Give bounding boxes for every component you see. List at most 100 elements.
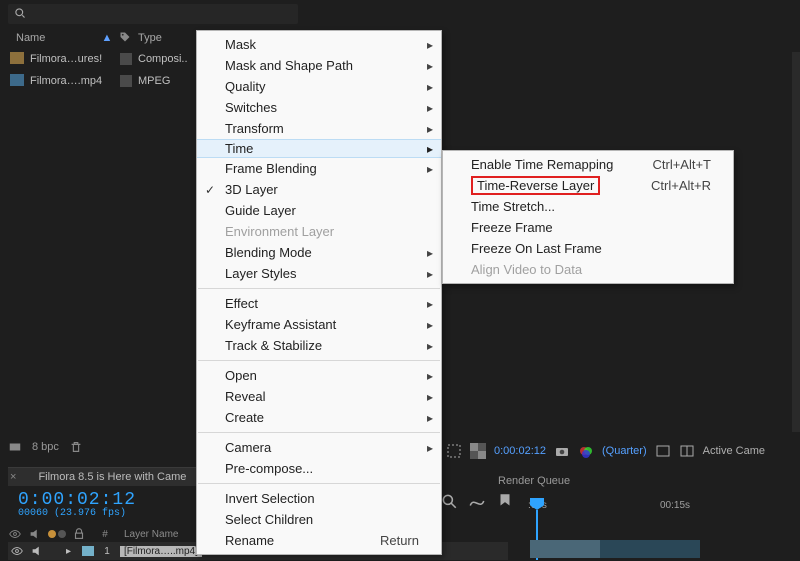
menu-item-guide-layer[interactable]: Guide Layer	[197, 200, 441, 221]
tab-close-icon[interactable]: ×	[8, 467, 24, 486]
menu-item-label: Create	[225, 410, 264, 425]
search-input[interactable]	[30, 8, 298, 20]
layer-index: 1	[100, 546, 114, 557]
layer-clip[interactable]	[530, 540, 700, 558]
playhead[interactable]	[530, 498, 544, 512]
menu-item-time[interactable]: Time	[197, 139, 441, 158]
video-column-icon[interactable]	[8, 527, 22, 541]
col-type[interactable]: Type	[134, 32, 162, 44]
menu-separator	[198, 432, 440, 433]
time-ruler[interactable]: :00s 00:15s	[510, 500, 790, 520]
menu-item-label: Rename	[225, 533, 274, 548]
layer-name[interactable]: [Filmora…..mp4]	[120, 546, 202, 557]
audio-column-icon[interactable]	[28, 527, 42, 541]
menu-item-shortcut: Return	[380, 533, 419, 548]
menu-item-reveal[interactable]: Reveal	[197, 386, 441, 407]
menu-item-effect[interactable]: Effect	[197, 293, 441, 314]
item-type: Composi..	[132, 53, 188, 65]
menu-item-track-stabilize[interactable]: Track & Stabilize	[197, 335, 441, 356]
active-camera[interactable]: Active Came	[703, 445, 765, 457]
menu-item-label: Effect	[225, 296, 258, 311]
menu-item-enable-time-remapping[interactable]: Enable Time Remapping Ctrl+Alt+T	[443, 154, 733, 175]
menu-item-label: Freeze On Last Frame	[471, 241, 602, 256]
menu-item-select-children[interactable]: Select Children	[197, 509, 441, 530]
tab-composition[interactable]: Filmora 8.5 is Here with Came	[24, 467, 200, 486]
composition-icon	[8, 52, 26, 67]
col-index: #	[92, 529, 118, 540]
menu-item-create[interactable]: Create	[197, 407, 441, 428]
preview-resolution[interactable]: (Quarter)	[602, 445, 647, 457]
graph-editor-icon[interactable]	[468, 492, 486, 510]
col-layer-name: Layer Name	[124, 529, 178, 540]
ruler-tick: 00:15s	[660, 500, 690, 511]
menu-item-label: Mask and Shape Path	[225, 58, 353, 73]
menu-item-label: Guide Layer	[225, 203, 296, 218]
tag-swatch[interactable]	[120, 53, 132, 65]
search-icon[interactable]	[440, 492, 458, 510]
menu-item-3d-layer[interactable]: 3D Layer	[197, 179, 441, 200]
channels-icon[interactable]	[578, 443, 594, 459]
menu-item-camera[interactable]: Camera	[197, 437, 441, 458]
snapshot-icon[interactable]	[554, 443, 570, 459]
menu-item-label: Quality	[225, 79, 265, 94]
speaker-icon[interactable]	[30, 544, 44, 558]
eye-icon[interactable]	[10, 544, 24, 558]
sort-indicator-icon[interactable]: ▲	[98, 32, 116, 44]
viewer-options-icon[interactable]	[655, 443, 671, 459]
menu-item-transform[interactable]: Transform	[197, 118, 441, 139]
menu-item-label: Time-Reverse Layer	[471, 176, 600, 195]
menu-item-layer-styles[interactable]: Layer Styles	[197, 263, 441, 284]
menu-item-blending-mode[interactable]: Blending Mode	[197, 242, 441, 263]
menu-item-label: Transform	[225, 121, 284, 136]
project-search[interactable]	[8, 4, 298, 24]
lock-column-icon[interactable]	[72, 527, 86, 541]
bpc-label[interactable]: 8 bpc	[32, 441, 59, 453]
tab-render-queue[interactable]: Render Queue	[498, 475, 570, 487]
menu-item-switches[interactable]: Switches	[197, 97, 441, 118]
menu-item-invert-selection[interactable]: Invert Selection	[197, 488, 441, 509]
menu-item-mask-and-shape-path[interactable]: Mask and Shape Path	[197, 55, 441, 76]
menu-item-rename[interactable]: Rename Return	[197, 530, 441, 551]
project-footer: 8 bpc	[8, 440, 83, 454]
view-layout-icon[interactable]	[679, 443, 695, 459]
menu-item-label: Environment Layer	[225, 224, 334, 239]
col-name[interactable]: Name	[8, 32, 98, 44]
menu-item-frame-blending[interactable]: Frame Blending	[197, 158, 441, 179]
layer-context-menu: Mask Mask and Shape Path Quality Switches Tr…	[196, 30, 442, 555]
tag-icon[interactable]	[116, 31, 134, 46]
menu-item-label: Align Video to Data	[471, 262, 582, 277]
menu-item-label: Reveal	[225, 389, 265, 404]
menu-item-label: Select Children	[225, 512, 313, 527]
menu-item-mask[interactable]: Mask	[197, 34, 441, 55]
menu-item-time-stretch[interactable]: Time Stretch...	[443, 196, 733, 217]
trash-icon[interactable]	[69, 440, 83, 454]
tag-swatch[interactable]	[120, 75, 132, 87]
menu-item-keyframe-assistant[interactable]: Keyframe Assistant	[197, 314, 441, 335]
preview-timecode[interactable]: 0:00:02:12	[494, 445, 546, 457]
menu-item-time-reverse-layer[interactable]: Time-Reverse LayerCtrl+Alt+R	[443, 175, 733, 196]
menu-item-freeze-frame[interactable]: Freeze Frame	[443, 217, 733, 238]
menu-item-shortcut: Ctrl+Alt+T	[652, 157, 711, 172]
interpret-footage-icon[interactable]	[8, 440, 22, 454]
menu-item-label: Mask	[225, 37, 256, 52]
scrollbar[interactable]	[792, 52, 800, 432]
menu-separator	[198, 288, 440, 289]
layer-color-swatch[interactable]	[82, 546, 94, 556]
menu-item-label: Layer Styles	[225, 266, 297, 281]
menu-item-open[interactable]: Open	[197, 365, 441, 386]
menu-item-freeze-on-last-frame[interactable]: Freeze On Last Frame	[443, 238, 733, 259]
video-icon	[8, 74, 26, 89]
menu-item-label: Camera	[225, 440, 271, 455]
transparency-grid-icon[interactable]	[470, 443, 486, 459]
menu-item-label: Blending Mode	[225, 245, 312, 260]
menu-item-label: Enable Time Remapping	[471, 157, 613, 172]
menu-item-quality[interactable]: Quality	[197, 76, 441, 97]
menu-item-label: Pre-compose...	[225, 461, 313, 476]
menu-item-label: Keyframe Assistant	[225, 317, 336, 332]
item-name: Filmora…ures!	[26, 53, 116, 65]
menu-item-label: Time	[225, 141, 253, 156]
menu-item-align-video-to-data: Align Video to Data	[443, 259, 733, 280]
menu-item-pre-compose[interactable]: Pre-compose...	[197, 458, 441, 479]
time-submenu: Enable Time Remapping Ctrl+Alt+T Time-Reve…	[442, 150, 734, 284]
roi-icon[interactable]	[446, 443, 462, 459]
